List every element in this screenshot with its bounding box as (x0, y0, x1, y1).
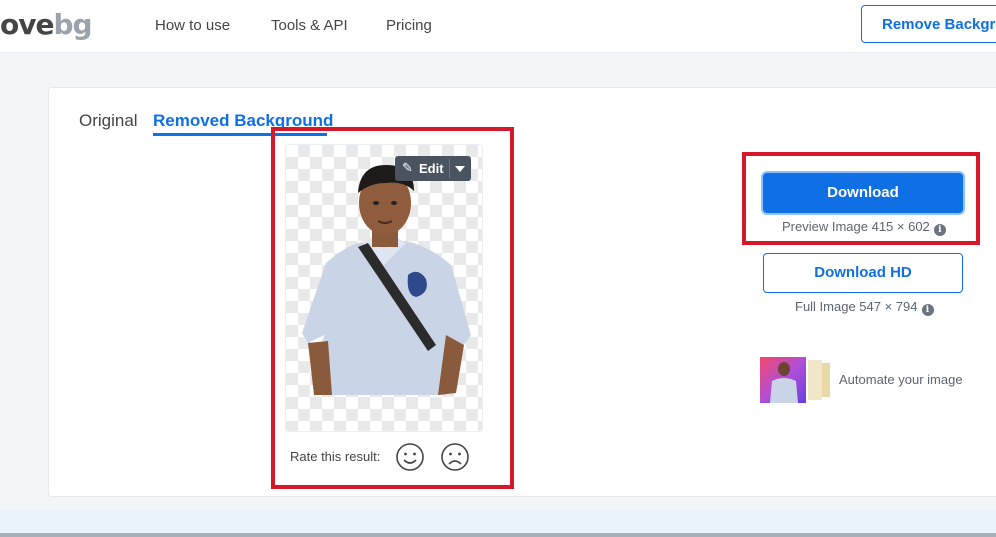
nav-pricing[interactable]: Pricing (386, 17, 432, 34)
full-image-info: Full Image 547 × 794 i (795, 299, 934, 316)
download-hd-button[interactable]: Download HD (763, 253, 963, 293)
bottom-scrollbar[interactable] (0, 533, 996, 537)
full-image-size: Full Image 547 × 794 (795, 299, 918, 314)
automate-thumbnails[interactable] (760, 357, 832, 403)
nav-how-to-use[interactable]: How to use (155, 17, 230, 34)
logo-text-bg: bg (53, 8, 92, 41)
nav-tools-api[interactable]: Tools & API (271, 17, 348, 34)
remove-background-header-button[interactable]: Remove Background (861, 5, 996, 43)
highlight-box-preview (271, 127, 514, 489)
highlight-box-download (742, 152, 980, 245)
tab-original[interactable]: Original (79, 111, 138, 131)
top-header: ovebg How to use Tools & API Pricing Rem… (0, 0, 996, 52)
logo[interactable]: ovebg (0, 8, 93, 41)
info-icon[interactable]: i (921, 304, 934, 316)
automate-your-image-link[interactable]: Automate your image (839, 372, 963, 387)
logo-text-main: ove (0, 8, 54, 41)
